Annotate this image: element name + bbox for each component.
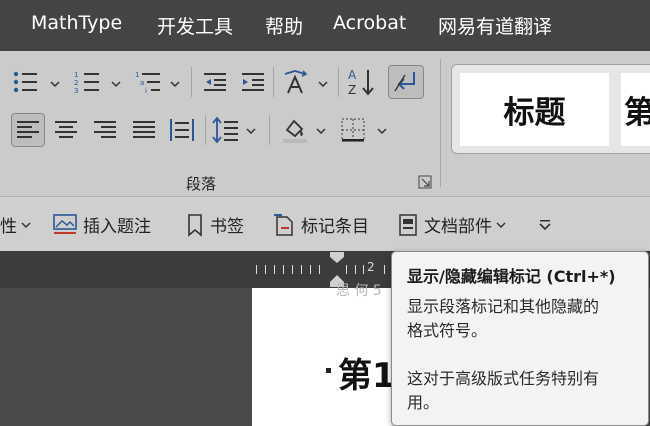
toolbar-item-label: 插入题注 bbox=[83, 217, 151, 237]
show-hide-marks-tooltip: 显示/隐藏编辑标记 (Ctrl+*) 显示段落标记和其他隐藏的 格式符号。 这对… bbox=[391, 251, 649, 426]
styles-gallery: 标题 第 bbox=[451, 64, 650, 154]
line-spacing-icon[interactable] bbox=[211, 115, 241, 145]
ribbon: 123 1ai AZ 段落 标题 第 bbox=[0, 51, 650, 196]
ruler-tick bbox=[384, 265, 385, 274]
menu-mathtype[interactable]: MathType bbox=[31, 12, 122, 34]
ruler-tick bbox=[301, 265, 302, 274]
ruler-tick bbox=[292, 265, 293, 274]
mark-entry-icon bbox=[273, 213, 295, 237]
shading-icon[interactable] bbox=[280, 115, 310, 145]
tooltip-tip: 这对于高级版式任务特别有 用。 bbox=[407, 367, 639, 415]
numbering-icon[interactable]: 123 bbox=[72, 67, 102, 97]
paragraph-group-label: 段落 bbox=[186, 175, 217, 193]
chevron-down-icon bbox=[496, 221, 506, 228]
svg-text:2: 2 bbox=[74, 79, 78, 87]
ribbon-separator bbox=[205, 115, 206, 145]
toolbar-item-label: 性 bbox=[0, 217, 17, 237]
text-direction-dropdown-chevron-icon[interactable] bbox=[318, 79, 328, 89]
svg-text:A: A bbox=[348, 68, 357, 82]
menu-help[interactable]: 帮助 bbox=[265, 12, 303, 39]
menu-youdao-translate[interactable]: 网易有道翻译 bbox=[438, 12, 552, 39]
mark-entry-button[interactable]: 标记条目 bbox=[273, 197, 369, 252]
svg-text:3: 3 bbox=[74, 87, 78, 94]
svg-text:1: 1 bbox=[135, 71, 139, 79]
multilevel-dropdown-chevron-icon[interactable] bbox=[170, 79, 180, 89]
ruler-tick bbox=[256, 265, 257, 274]
svg-text:1: 1 bbox=[74, 71, 78, 79]
text-direction-icon[interactable] bbox=[282, 67, 312, 97]
properties-menu-button[interactable]: 性 bbox=[0, 197, 31, 252]
paragraph-dialog-launcher-icon[interactable] bbox=[418, 175, 432, 189]
ribbon-group-separator bbox=[440, 59, 441, 187]
tooltip-title: 显示/隐藏编辑标记 (Ctrl+*) bbox=[407, 267, 616, 286]
ribbon-separator bbox=[273, 67, 274, 97]
justify-icon[interactable] bbox=[129, 115, 159, 145]
bullets-icon[interactable] bbox=[10, 67, 40, 97]
svg-text:i: i bbox=[145, 87, 147, 94]
ruler-tick bbox=[274, 265, 275, 274]
quick-parts-button[interactable]: 文档部件 bbox=[398, 197, 506, 252]
show-hide-marks-icon[interactable] bbox=[388, 65, 424, 99]
ruler-tick bbox=[310, 265, 311, 274]
paragraph-bullet-mark bbox=[326, 368, 331, 373]
borders-dropdown-chevron-icon[interactable] bbox=[377, 126, 387, 136]
ribbon-separator bbox=[269, 115, 270, 145]
ruler-tick bbox=[319, 265, 320, 274]
bookmark-button[interactable]: 书签 bbox=[186, 197, 244, 252]
line-spacing-dropdown-chevron-icon[interactable] bbox=[246, 126, 256, 136]
ribbon-separator bbox=[338, 67, 339, 97]
shading-dropdown-chevron-icon[interactable] bbox=[316, 126, 326, 136]
ruler-number: 2 bbox=[367, 260, 375, 274]
style-card-next[interactable]: 第 bbox=[621, 73, 650, 146]
tooltip-description: 显示段落标记和其他隐藏的 格式符号。 bbox=[407, 295, 639, 343]
insert-caption-button[interactable]: 插入题注 bbox=[53, 197, 151, 252]
tooltip-line: 显示段落标记和其他隐藏的 bbox=[407, 297, 600, 316]
center-icon[interactable] bbox=[51, 115, 81, 145]
sort-icon[interactable]: AZ bbox=[346, 67, 376, 97]
numbering-dropdown-chevron-icon[interactable] bbox=[111, 79, 121, 89]
references-toolbar: 性 插入题注 书签 标记条目 文档部件 bbox=[0, 196, 650, 251]
style-label: 标题 bbox=[503, 95, 566, 131]
bullets-dropdown-chevron-icon[interactable] bbox=[50, 79, 60, 89]
borders-icon[interactable] bbox=[338, 115, 368, 145]
bookmark-icon bbox=[186, 213, 204, 237]
align-right-icon[interactable] bbox=[90, 115, 120, 145]
paragraph-group: 123 1ai AZ 段落 bbox=[0, 51, 440, 196]
ruler-tick bbox=[363, 265, 364, 274]
ruler-tick bbox=[355, 265, 356, 274]
ruler-tick bbox=[265, 265, 266, 274]
toolbar-item-label: 书签 bbox=[210, 217, 244, 237]
style-label: 第 bbox=[624, 95, 650, 131]
chevron-down-icon bbox=[21, 221, 31, 228]
tooltip-line: 这对于高级版式任务特别有 bbox=[407, 369, 600, 388]
menu-acrobat[interactable]: Acrobat bbox=[333, 12, 406, 34]
ruler-tick bbox=[346, 265, 347, 274]
tooltip-line: 格式符号。 bbox=[407, 321, 488, 340]
toolbar-item-label: 文档部件 bbox=[424, 217, 492, 237]
ribbon-separator bbox=[191, 67, 192, 97]
style-card-heading[interactable]: 标题 bbox=[460, 73, 609, 146]
multilevel-list-icon[interactable]: 1ai bbox=[133, 67, 163, 97]
menu-bar: MathType 开发工具 帮助 Acrobat 网易有道翻译 bbox=[0, 0, 650, 51]
faint-text: 思 何 5 bbox=[336, 283, 382, 299]
caption-icon bbox=[53, 213, 77, 236]
toolbar-expand-button[interactable] bbox=[538, 197, 552, 252]
distributed-icon[interactable] bbox=[167, 115, 197, 145]
toolbar-item-label: 标记条目 bbox=[301, 217, 369, 237]
ruler-tick bbox=[283, 265, 284, 274]
expand-chevron-icon bbox=[539, 219, 551, 230]
quick-parts-icon bbox=[398, 213, 418, 237]
tooltip-line: 用。 bbox=[407, 393, 440, 412]
svg-text:a: a bbox=[140, 79, 144, 87]
align-left-icon[interactable] bbox=[11, 113, 45, 147]
increase-indent-icon[interactable] bbox=[238, 67, 268, 97]
svg-text:Z: Z bbox=[348, 83, 356, 97]
document-heading[interactable]: 第1 bbox=[338, 348, 396, 397]
decrease-indent-icon[interactable] bbox=[200, 67, 230, 97]
menu-developer[interactable]: 开发工具 bbox=[157, 12, 233, 39]
